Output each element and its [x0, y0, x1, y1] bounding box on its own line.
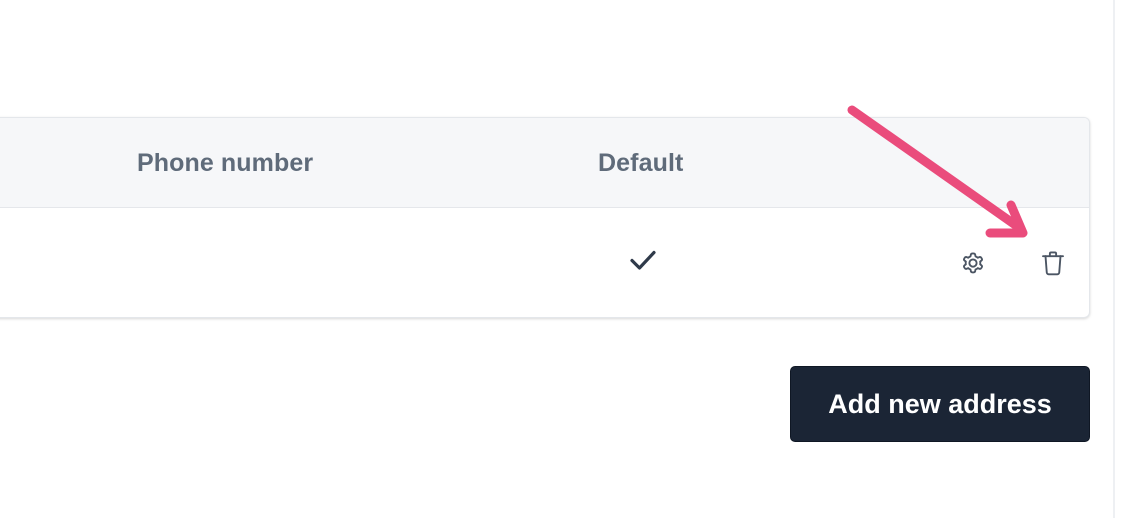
add-new-address-button[interactable]: Add new address	[790, 366, 1090, 442]
checkmark-icon	[629, 248, 657, 272]
table-row	[0, 208, 1089, 317]
column-header-phone-number: Phone number	[137, 149, 314, 177]
address-table: Phone number Default	[0, 117, 1090, 318]
addresses-page: Phone number Default Add new address	[0, 0, 1144, 518]
page-right-gutter	[1115, 0, 1144, 518]
trash-icon[interactable]	[1036, 246, 1070, 280]
table-header: Phone number Default	[0, 118, 1089, 208]
column-header-default: Default	[598, 149, 684, 177]
gear-icon[interactable]	[956, 246, 990, 280]
